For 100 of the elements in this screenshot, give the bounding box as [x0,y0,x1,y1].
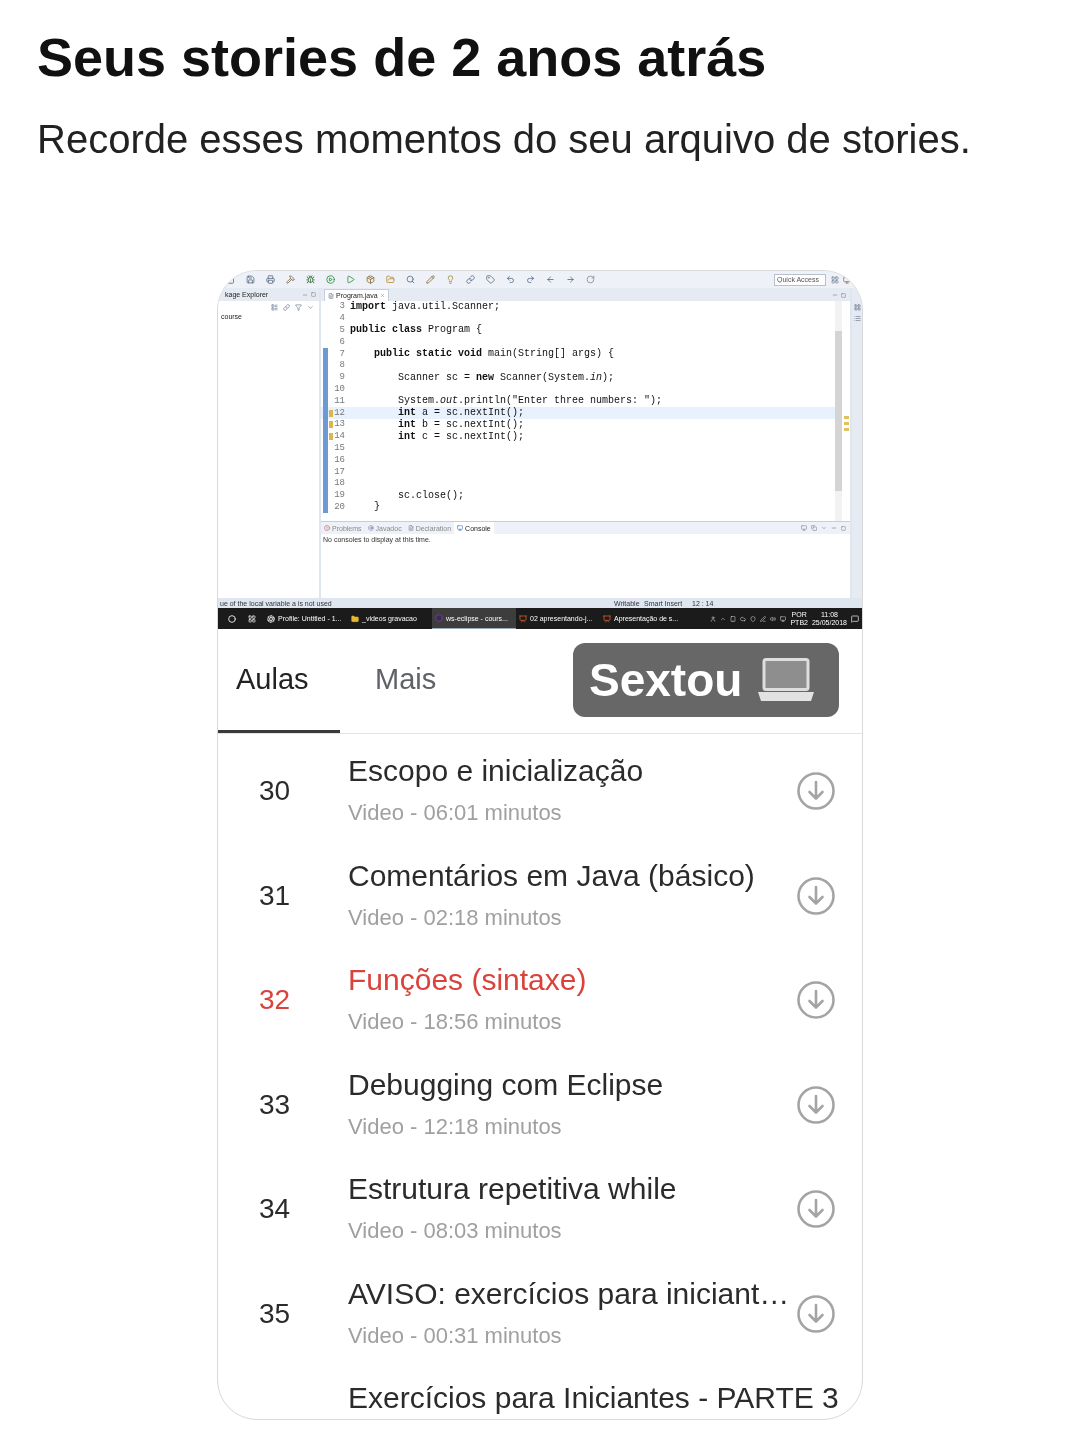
code-text: Scanner sc = new Scanner(System.in); [397,372,615,383]
message-icon[interactable] [851,614,859,623]
list-icon[interactable] [271,304,278,311]
line-number: 7 [338,349,345,359]
cloud-icon[interactable] [740,615,747,622]
lesson-number: 30 [259,777,291,806]
pen-icon[interactable] [760,615,767,622]
lesson-info: Video - 12:18 minutos [348,1112,562,1141]
lesson-title: Comentários em Java (básico) [348,858,755,893]
laptop-icon [756,658,817,702]
minimize-icon[interactable] [832,292,838,298]
code-text: import java.util.Scanner; [350,301,501,312]
line-number: 5 [338,326,345,335]
maximize-icon[interactable] [841,293,846,298]
line-number: 15 [333,443,345,453]
lightbulb-icon[interactable] [446,275,455,284]
printer-icon[interactable] [266,275,275,284]
line-number: 19 [333,491,345,501]
circle-icon [435,614,443,622]
code-text: System.out.println("Enter three numbers: "); [397,396,663,407]
download-icon[interactable] [797,981,835,1020]
minimize-icon[interactable] [302,291,308,298]
download-icon[interactable] [797,1190,835,1229]
link-icon[interactable] [466,275,475,284]
code-text: int c = sc.nextInt(); [397,431,525,442]
scrollbar-thumb[interactable] [835,331,842,491]
search-icon[interactable] [406,275,415,284]
monitor-icon[interactable] [843,275,851,284]
bug-icon[interactable] [306,275,315,284]
download-icon[interactable] [797,1294,835,1333]
code-text: } [373,502,380,513]
circle-icon[interactable] [228,614,236,623]
arrow-left-icon[interactable] [546,275,555,284]
line-number: 4 [338,314,345,324]
alert-icon [324,525,330,531]
filter-icon[interactable] [295,304,302,311]
code-text: int b = sc.nextInt(); [397,419,525,430]
line-number: 18 [333,479,345,489]
line-number: 10 [333,384,345,394]
download-icon[interactable] [797,876,835,915]
code-text: public static void main(String[] args) { [373,349,615,360]
hammer-icon[interactable] [286,275,295,284]
copy-icon[interactable] [811,525,817,531]
tab[interactable]: Aulas [218,629,340,733]
tablet-icon[interactable] [730,615,737,622]
tag-icon[interactable] [486,275,495,284]
lesson-title: Debugging com Eclipse [348,1067,664,1102]
person-icon[interactable] [710,615,717,622]
monitor-icon[interactable] [780,615,787,622]
close-icon[interactable] [379,293,385,298]
lesson-number: 32 [259,986,291,1015]
document-icon [407,525,414,531]
lesson-number: 34 [259,1195,291,1224]
list-icon[interactable] [853,315,861,322]
grid-icon[interactable] [248,614,256,623]
lesson-title: Exercícios para Iniciantes - PARTE 3 [348,1381,839,1415]
maximize-icon[interactable] [311,292,316,297]
chevron-up-icon[interactable] [720,615,727,622]
pencil-icon[interactable] [426,275,435,284]
aperture-icon [267,614,275,623]
code-text: public class Program { [350,325,483,336]
monitor-icon [457,525,464,531]
line-number: 20 [333,502,345,512]
folder-icon [351,614,359,623]
link-icon[interactable] [283,304,290,311]
package-icon[interactable] [366,275,375,284]
arrow-right-icon[interactable] [566,275,575,284]
line-number: 12 [333,408,345,418]
lesson-info: Video - 18:56 minutos [348,1008,562,1036]
maximize-icon[interactable] [841,525,846,531]
line-number: 11 [333,396,345,406]
sticker-text: Sextou [589,657,743,703]
save-icon[interactable] [246,275,255,284]
line-number: 14 [333,432,345,442]
play-circle-icon[interactable] [326,275,335,284]
undo-icon[interactable] [506,275,515,284]
lesson-info: Video - 00:31 minutos [348,1321,562,1350]
caret-icon[interactable] [821,525,827,531]
volume-icon[interactable] [770,615,777,622]
at-sign-icon [367,525,374,531]
code-text: int a = sc.nextInt(); [397,408,525,419]
refresh-icon[interactable] [586,275,595,284]
download-icon[interactable] [797,1085,835,1124]
code-text: sc.close(); [397,490,465,501]
shield-icon[interactable] [750,615,757,622]
play-icon[interactable] [346,275,355,284]
presentation-icon [603,614,611,623]
folder-open-icon[interactable] [386,275,395,284]
line-number: 17 [333,467,345,477]
tab[interactable]: Mais [340,629,462,733]
lesson-title: Escopo e inicialização [348,754,644,788]
line-number: 3 [338,302,345,312]
file-icon [328,292,334,299]
download-icon[interactable] [797,772,835,811]
lesson-title: Estrutura repetitiva while [348,1172,677,1206]
lesson-info: Video - 06:01 minutos [348,799,562,827]
redo-icon[interactable] [526,275,535,284]
minimize-icon[interactable] [831,525,837,531]
line-number: 8 [338,361,345,371]
caret-icon[interactable] [307,304,314,311]
